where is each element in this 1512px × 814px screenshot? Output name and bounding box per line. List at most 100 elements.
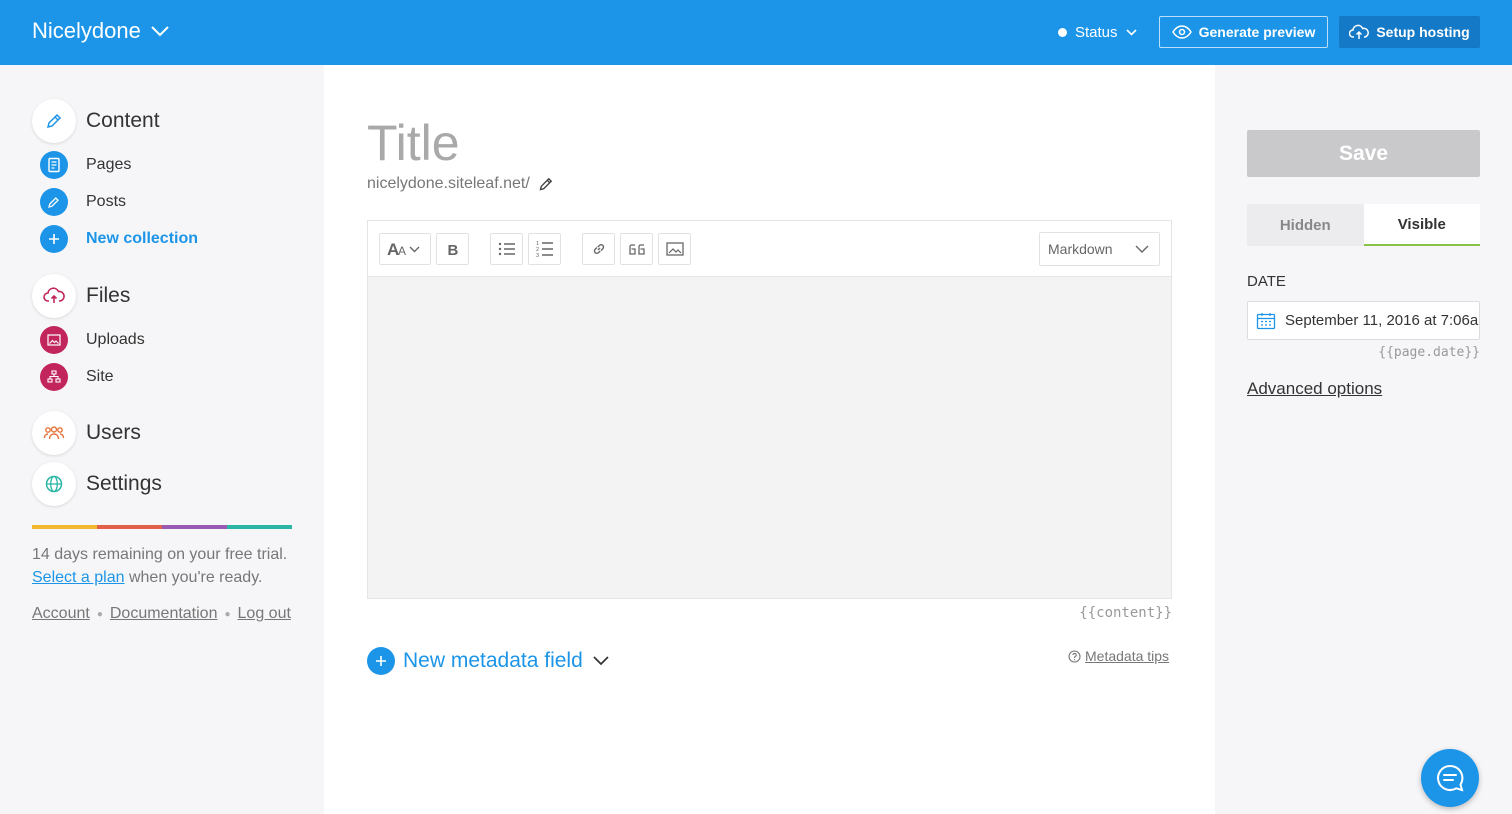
logout-link[interactable]: Log out [238, 605, 291, 623]
editor-mode-select[interactable]: Markdown [1039, 232, 1160, 266]
bold-icon: B [447, 242, 458, 256]
bold-button[interactable]: B [436, 233, 469, 265]
account-link[interactable]: Account [32, 605, 90, 623]
image-insert-icon [665, 242, 684, 256]
visibility-toggle: Hidden Visible [1247, 204, 1480, 246]
site-name: Nicelydone [32, 18, 141, 43]
site-icon [40, 363, 68, 391]
date-value: September 11, 2016 at 7:06am [1285, 312, 1480, 329]
setup-hosting-button[interactable]: Setup hosting [1339, 16, 1480, 48]
sidebar-section-files[interactable]: Files [32, 274, 130, 318]
image-icon [40, 326, 68, 354]
status-label: Status [1075, 24, 1118, 41]
plus-icon [40, 225, 68, 253]
date-label: DATE [1247, 273, 1286, 290]
separator-dot: ● [224, 608, 231, 620]
setup-hosting-label: Setup hosting [1376, 24, 1470, 40]
sidebar-item-pages[interactable]: Pages [40, 151, 131, 179]
footer-links: Account ● Documentation ● Log out [32, 605, 291, 623]
font-size-icon: AA [387, 241, 420, 257]
content-textarea[interactable] [368, 277, 1171, 598]
heading-size-button[interactable]: AA [379, 233, 431, 265]
chevron-down-icon [1135, 245, 1149, 253]
trial-suffix: when you're ready. [124, 569, 263, 586]
editor-toolbar: AA B 123 Markdown [368, 221, 1171, 277]
advanced-options-link[interactable]: Advanced options [1247, 379, 1382, 399]
svg-text:3: 3 [536, 253, 539, 258]
metadata-tips-link[interactable]: Metadata tips [1068, 648, 1169, 664]
calendar-icon [1256, 312, 1276, 329]
chevron-down-icon [1125, 29, 1137, 36]
quote-icon [628, 244, 645, 255]
chat-icon [1437, 764, 1464, 792]
trial-progress-divider [32, 525, 292, 529]
sidebar-item-label: Pages [86, 156, 132, 173]
svg-text:B: B [447, 242, 458, 256]
numbered-list-button[interactable]: 123 [528, 233, 561, 265]
editor-mode-value: Markdown [1048, 241, 1113, 257]
sidebar-section-users[interactable]: Users [32, 411, 141, 455]
select-plan-link[interactable]: Select a plan [32, 569, 125, 586]
sidebar-section-content[interactable]: Content [32, 99, 160, 143]
title-input[interactable] [367, 113, 1172, 173]
svg-text:A: A [398, 244, 406, 257]
tab-hidden[interactable]: Hidden [1247, 204, 1364, 246]
save-button[interactable]: Save [1247, 130, 1480, 177]
separator-dot: ● [96, 608, 103, 620]
sidebar-item-posts[interactable]: Posts [40, 188, 126, 216]
new-metadata-field-button[interactable]: New metadata field [367, 647, 609, 675]
content-pencil-icon [32, 99, 76, 143]
chevron-down-icon [151, 25, 169, 36]
documentation-link[interactable]: Documentation [110, 605, 218, 623]
sidebar-item-label: Site [86, 368, 114, 385]
permalink-text: nicelydone.siteleaf.net/ [367, 175, 530, 192]
bullet-list-button[interactable] [490, 233, 523, 265]
trial-text: 14 days remaining on your free trial. [32, 546, 288, 563]
settings-panel: Save Hidden Visible DATE September 11, 2… [1215, 65, 1512, 814]
top-bar: Nicelydone Status Generate preview Setup… [0, 0, 1512, 65]
date-field[interactable]: September 11, 2016 at 7:06am [1247, 301, 1480, 340]
link-icon [593, 244, 604, 254]
bullet-list-icon [498, 242, 515, 256]
files-label: Files [86, 284, 131, 307]
files-cloud-icon [32, 274, 76, 318]
tab-visible[interactable]: Visible [1363, 204, 1480, 246]
link-button[interactable] [582, 233, 615, 265]
edit-pencil-icon[interactable] [538, 176, 554, 192]
sidebar-item-label: Posts [86, 193, 127, 210]
globe-icon [32, 462, 76, 506]
permalink-row: nicelydone.siteleaf.net/ [367, 175, 554, 193]
users-icon [32, 411, 76, 455]
new-metadata-label: New metadata field [403, 649, 583, 672]
sidebar-item-site[interactable]: Site [40, 363, 114, 391]
status-dropdown[interactable]: Status [1058, 24, 1137, 41]
sidebar-item-new-collection[interactable]: New collection [40, 225, 198, 253]
content-editor: AA B 123 Markdown [367, 220, 1172, 599]
chevron-down-icon [593, 656, 609, 666]
editor-main: nicelydone.siteleaf.net/ AA B 123 [324, 65, 1215, 814]
quote-button[interactable] [620, 233, 653, 265]
sidebar-item-label: New collection [86, 230, 199, 247]
settings-label: Settings [86, 472, 162, 495]
sidebar: Content Pages Posts New collection Files… [0, 65, 324, 814]
generate-preview-label: Generate preview [1198, 24, 1316, 40]
chat-button[interactable] [1421, 749, 1479, 807]
page-icon [40, 151, 68, 179]
content-label: Content [86, 109, 160, 132]
sidebar-item-label: Uploads [86, 331, 145, 348]
users-label: Users [86, 421, 141, 444]
eye-icon [1171, 25, 1192, 39]
status-dot-icon [1058, 28, 1067, 37]
trial-notice: 14 days remaining on your free trial. Se… [32, 543, 312, 589]
plus-icon [367, 647, 395, 675]
sidebar-section-settings[interactable]: Settings [32, 462, 162, 506]
pencil-icon [40, 188, 68, 216]
content-liquid-tag: {{content}} [1079, 605, 1172, 621]
date-liquid-tag: {{page.date}} [1378, 345, 1480, 360]
help-circle-icon [1068, 649, 1081, 663]
sidebar-item-uploads[interactable]: Uploads [40, 326, 145, 354]
generate-preview-button[interactable]: Generate preview [1159, 16, 1328, 48]
image-button[interactable] [658, 233, 691, 265]
numbered-list-icon: 123 [536, 241, 553, 258]
site-switcher[interactable]: Nicelydone [32, 18, 169, 44]
